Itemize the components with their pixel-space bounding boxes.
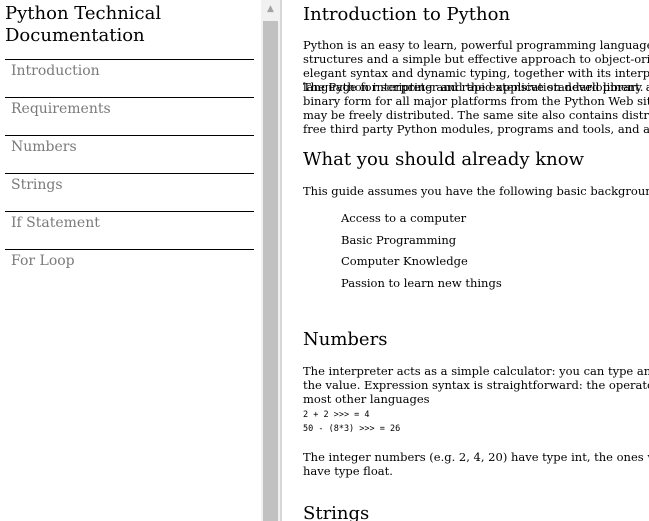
sidebar-border (280, 0, 282, 521)
requirements-intro: This guide assumes you have the followin… (303, 184, 649, 198)
nav-divider (5, 173, 254, 174)
sidebar-item-label: For Loop (11, 253, 75, 269)
section-title-introduction: Introduction to Python (303, 4, 511, 25)
sidebar-item-label: Numbers (11, 139, 77, 155)
section-title-numbers: Numbers (303, 329, 388, 350)
sidebar-item-introduction[interactable]: Introduction (0, 59, 262, 97)
sidebar-item-numbers[interactable]: Numbers (0, 135, 262, 173)
numbers-paragraph-1: The interpreter acts as a simple calcula… (303, 364, 649, 406)
intro-paragraph-2: The Python interpreter and the extensive… (303, 80, 649, 136)
scrollbar-thumb[interactable] (263, 21, 278, 521)
section-title-strings: Strings (303, 503, 370, 521)
sidebar-item-requirements[interactable]: Requirements (0, 97, 262, 135)
scroll-up-arrow-icon[interactable]: ▲ (261, 0, 280, 19)
nav-divider (5, 59, 254, 60)
sidebar-nav: Python Technical Documentation Introduct… (0, 0, 262, 521)
code-line: 50 - (8*3) >>> = 26 (303, 424, 401, 434)
code-line: 2 + 2 >>> = 4 (303, 410, 370, 420)
list-item: Access to a computer (341, 211, 467, 225)
sidebar-item-for-loop[interactable]: For Loop (0, 249, 262, 287)
sidebar-item-label: Introduction (11, 63, 100, 79)
main-content: Introduction to Python Python is an easy… (303, 0, 649, 521)
nav-divider (5, 97, 254, 98)
section-title-requirements: What you should already know (303, 149, 584, 170)
numbers-paragraph-2: The integer numbers (e.g. 2, 4, 20) have… (303, 450, 649, 478)
sidebar-scrollbar[interactable]: ▲ (261, 0, 280, 521)
sidebar-item-if-statement[interactable]: If Statement (0, 211, 262, 249)
sidebar-item-label: If Statement (11, 215, 100, 231)
nav-divider (5, 211, 254, 212)
nav-divider (5, 135, 254, 136)
sidebar-item-strings[interactable]: Strings (0, 173, 262, 211)
nav-divider (5, 249, 254, 250)
list-item: Basic Programming (341, 233, 457, 247)
sidebar-item-label: Strings (11, 177, 63, 193)
list-item: Computer Knowledge (341, 254, 468, 268)
page: Python Technical Documentation Introduct… (0, 0, 649, 521)
list-item: Passion to learn new things (341, 276, 502, 290)
sidebar-title: Python Technical Documentation (5, 3, 162, 46)
sidebar-item-label: Requirements (11, 101, 111, 117)
